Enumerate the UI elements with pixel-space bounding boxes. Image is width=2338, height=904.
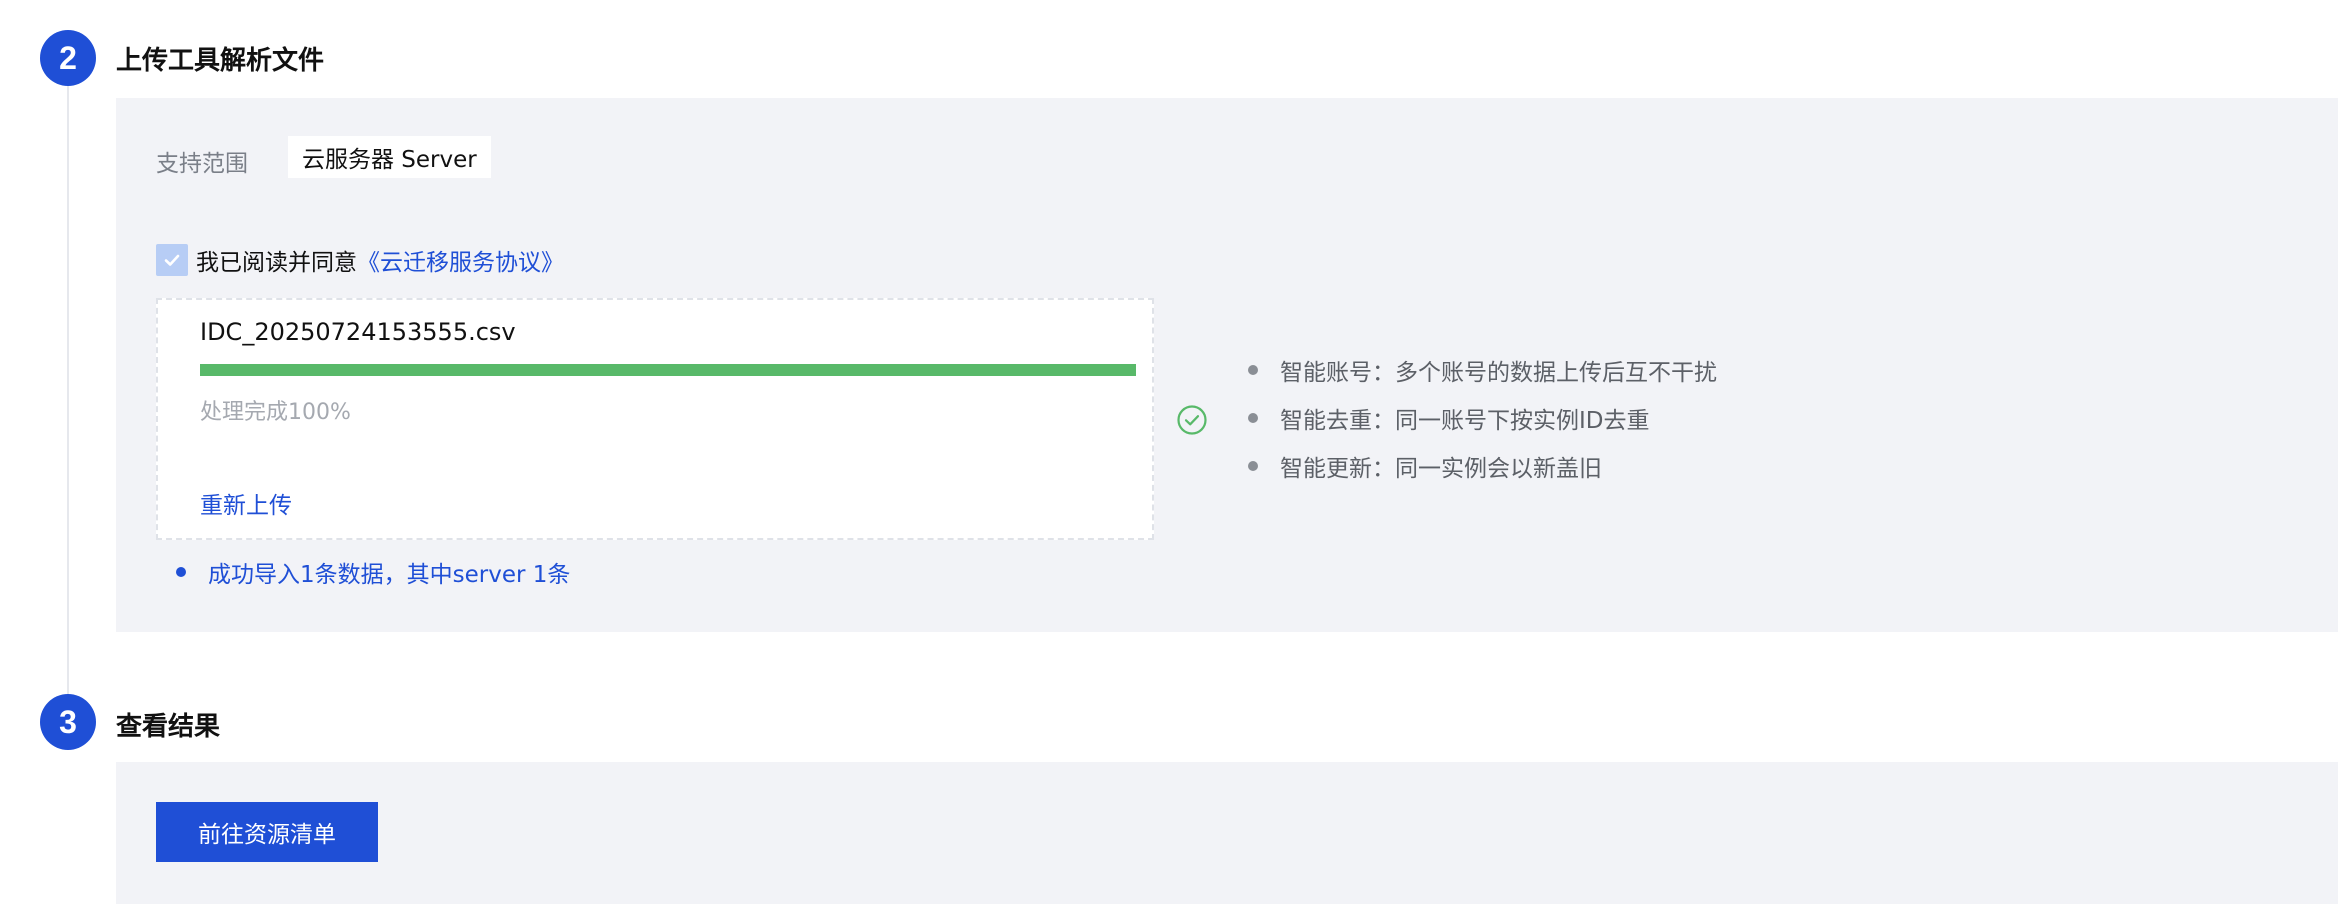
feature-item: 智能更新：同一实例会以新盖旧 <box>1248 442 1717 490</box>
feature-text: 智能去重：同一账号下按实例ID去重 <box>1280 408 1650 434</box>
feature-item: 智能账号：多个账号的数据上传后互不干扰 <box>1248 346 1717 394</box>
import-result: 成功导入1条数据，其中server 1条 <box>176 556 570 588</box>
step-3-number: 3 <box>40 694 96 750</box>
upload-dropzone[interactable]: IDC_20250724153555.csv 处理完成100% 重新上传 <box>156 298 1154 540</box>
upload-step-page: 2 上传工具解析文件 支持范围 云服务器 Server 我已阅读并同意 《云迁移… <box>0 0 2338 904</box>
upload-progress-bar <box>200 364 1136 376</box>
bullet-dot <box>1248 461 1258 471</box>
bullet-dot <box>176 567 186 577</box>
agreement-row: 我已阅读并同意 《云迁移服务协议》 <box>156 244 564 276</box>
agreement-link[interactable]: 《云迁移服务协议》 <box>357 243 564 277</box>
scope-label: 支持范围 <box>156 151 248 177</box>
step-2-number: 2 <box>40 30 96 86</box>
feature-text: 智能账号：多个账号的数据上传后互不干扰 <box>1280 360 1717 386</box>
bullet-dot <box>1248 413 1258 423</box>
scope-tag: 云服务器 Server <box>288 136 491 178</box>
bullet-dot <box>1248 365 1258 375</box>
feature-item: 智能去重：同一账号下按实例ID去重 <box>1248 394 1717 442</box>
agreement-text: 我已阅读并同意 <box>196 250 357 276</box>
reupload-link[interactable]: 重新上传 <box>200 486 292 520</box>
goto-resource-list-button[interactable]: 前往资源清单 <box>156 802 378 862</box>
result-panel <box>116 762 2338 904</box>
step-3-title: 查看结果 <box>116 712 221 742</box>
upload-progress-text: 处理完成100% <box>200 400 351 425</box>
step-connector-line <box>67 84 69 699</box>
check-icon <box>164 254 180 266</box>
import-result-text: 成功导入1条数据，其中server 1条 <box>208 562 571 588</box>
feature-text: 智能更新：同一实例会以新盖旧 <box>1280 456 1602 482</box>
agreement-checkbox[interactable] <box>156 244 188 276</box>
upload-progress-fill <box>200 364 1136 376</box>
feature-list: 智能账号：多个账号的数据上传后互不干扰 智能去重：同一账号下按实例ID去重 智能… <box>1248 346 1717 490</box>
check-circle-icon <box>1177 405 1207 435</box>
step-2-title: 上传工具解析文件 <box>116 46 325 76</box>
uploaded-file-name: IDC_20250724153555.csv <box>200 318 516 346</box>
